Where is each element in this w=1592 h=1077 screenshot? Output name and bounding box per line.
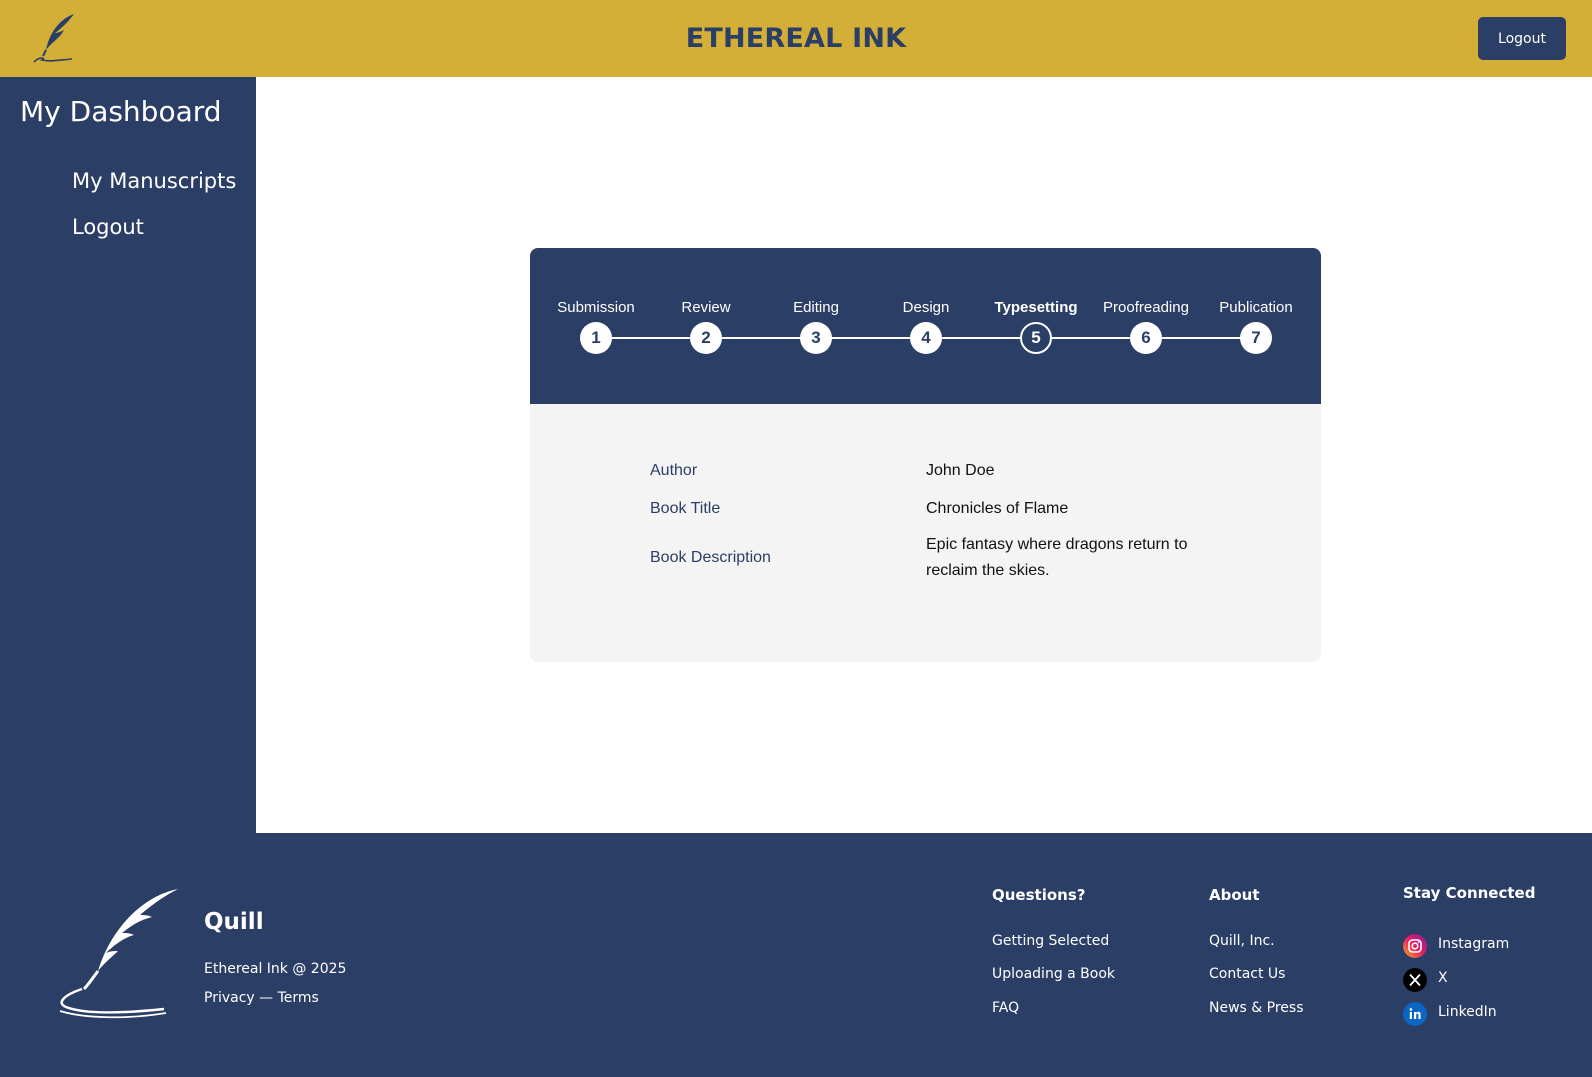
step-label: Proofreading (1103, 299, 1189, 316)
step-review: Review 2 (651, 248, 761, 404)
footer-link-contact-us[interactable]: Contact Us (1209, 966, 1285, 982)
step-design: Design 4 (871, 248, 981, 404)
stay-connected-heading: Stay Connected (1403, 884, 1536, 902)
sidebar-item-logout[interactable]: Logout (72, 215, 144, 239)
footer-link-news-press[interactable]: News & Press (1209, 1000, 1304, 1016)
step-proofreading: Proofreading 6 (1091, 248, 1201, 404)
feather-quill-icon[interactable] (30, 12, 80, 66)
site-footer: Quill Ethereal Ink @ 2025 Privacy — Term… (0, 833, 1592, 1077)
footer-link-x[interactable]: X (1438, 970, 1448, 986)
questions-heading: Questions? (992, 886, 1086, 904)
step-label: Publication (1219, 299, 1293, 316)
progress-stepper: Submission 1 Review 2 Editing 3 Design 4… (530, 248, 1321, 404)
step-number-active: 5 (1020, 322, 1052, 354)
site-title: ETHEREAL INK (685, 23, 907, 54)
step-label-active: Typesetting (994, 299, 1078, 316)
sidebar: My Dashboard My Manuscripts Logout (0, 77, 256, 833)
footer-copyright: Ethereal Ink @ 2025 (204, 961, 347, 977)
step-number: 4 (910, 322, 942, 354)
sidebar-item-my-manuscripts[interactable]: My Manuscripts (72, 169, 236, 193)
step-submission: Submission 1 (541, 248, 651, 404)
quill-feather-logo-icon (59, 889, 178, 1019)
book-description-label: Book Description (650, 549, 771, 566)
step-number: 1 (580, 322, 612, 354)
footer-link-uploading-a-book[interactable]: Uploading a Book (992, 966, 1115, 982)
step-label: Submission (557, 299, 635, 316)
manuscript-card: Submission 1 Review 2 Editing 3 Design 4… (530, 248, 1321, 662)
top-header: ETHEREAL INK Logout (0, 0, 1592, 77)
footer-link-linkedin[interactable]: LinkedIn (1438, 1004, 1497, 1020)
about-heading: About (1209, 886, 1260, 904)
step-typesetting: Typesetting 5 (981, 248, 1091, 404)
linkedin-icon[interactable] (1403, 1002, 1427, 1026)
footer-brand: Quill (204, 909, 264, 935)
step-publication: Publication 7 (1201, 248, 1311, 404)
x-icon[interactable] (1403, 968, 1427, 992)
footer-link-faq[interactable]: FAQ (992, 1000, 1019, 1016)
book-description-value: Epic fantasy where dragons return to rec… (926, 536, 1188, 579)
book-title-value: Chronicles of Flame (926, 500, 1069, 517)
step-editing: Editing 3 (761, 248, 871, 404)
step-number: 7 (1240, 322, 1272, 354)
step-label: Editing (793, 299, 839, 316)
step-number: 2 (690, 322, 722, 354)
sidebar-title: My Dashboard (20, 95, 222, 128)
step-label: Design (902, 299, 950, 316)
author-value: John Doe (926, 462, 995, 479)
step-number: 6 (1130, 322, 1162, 354)
header-logout-button[interactable]: Logout (1478, 17, 1566, 60)
footer-link-instagram[interactable]: Instagram (1438, 936, 1509, 952)
footer-legal-links[interactable]: Privacy — Terms (204, 990, 319, 1006)
author-label: Author (650, 462, 698, 479)
step-number: 3 (800, 322, 832, 354)
manuscript-details: Author John Doe Book Title Chronicles of… (530, 404, 1321, 662)
footer-link-quill-inc[interactable]: Quill, Inc. (1209, 933, 1275, 949)
book-title-label: Book Title (650, 500, 721, 517)
footer-link-getting-selected[interactable]: Getting Selected (992, 933, 1109, 949)
instagram-icon[interactable] (1403, 934, 1427, 958)
step-label: Review (681, 299, 731, 316)
